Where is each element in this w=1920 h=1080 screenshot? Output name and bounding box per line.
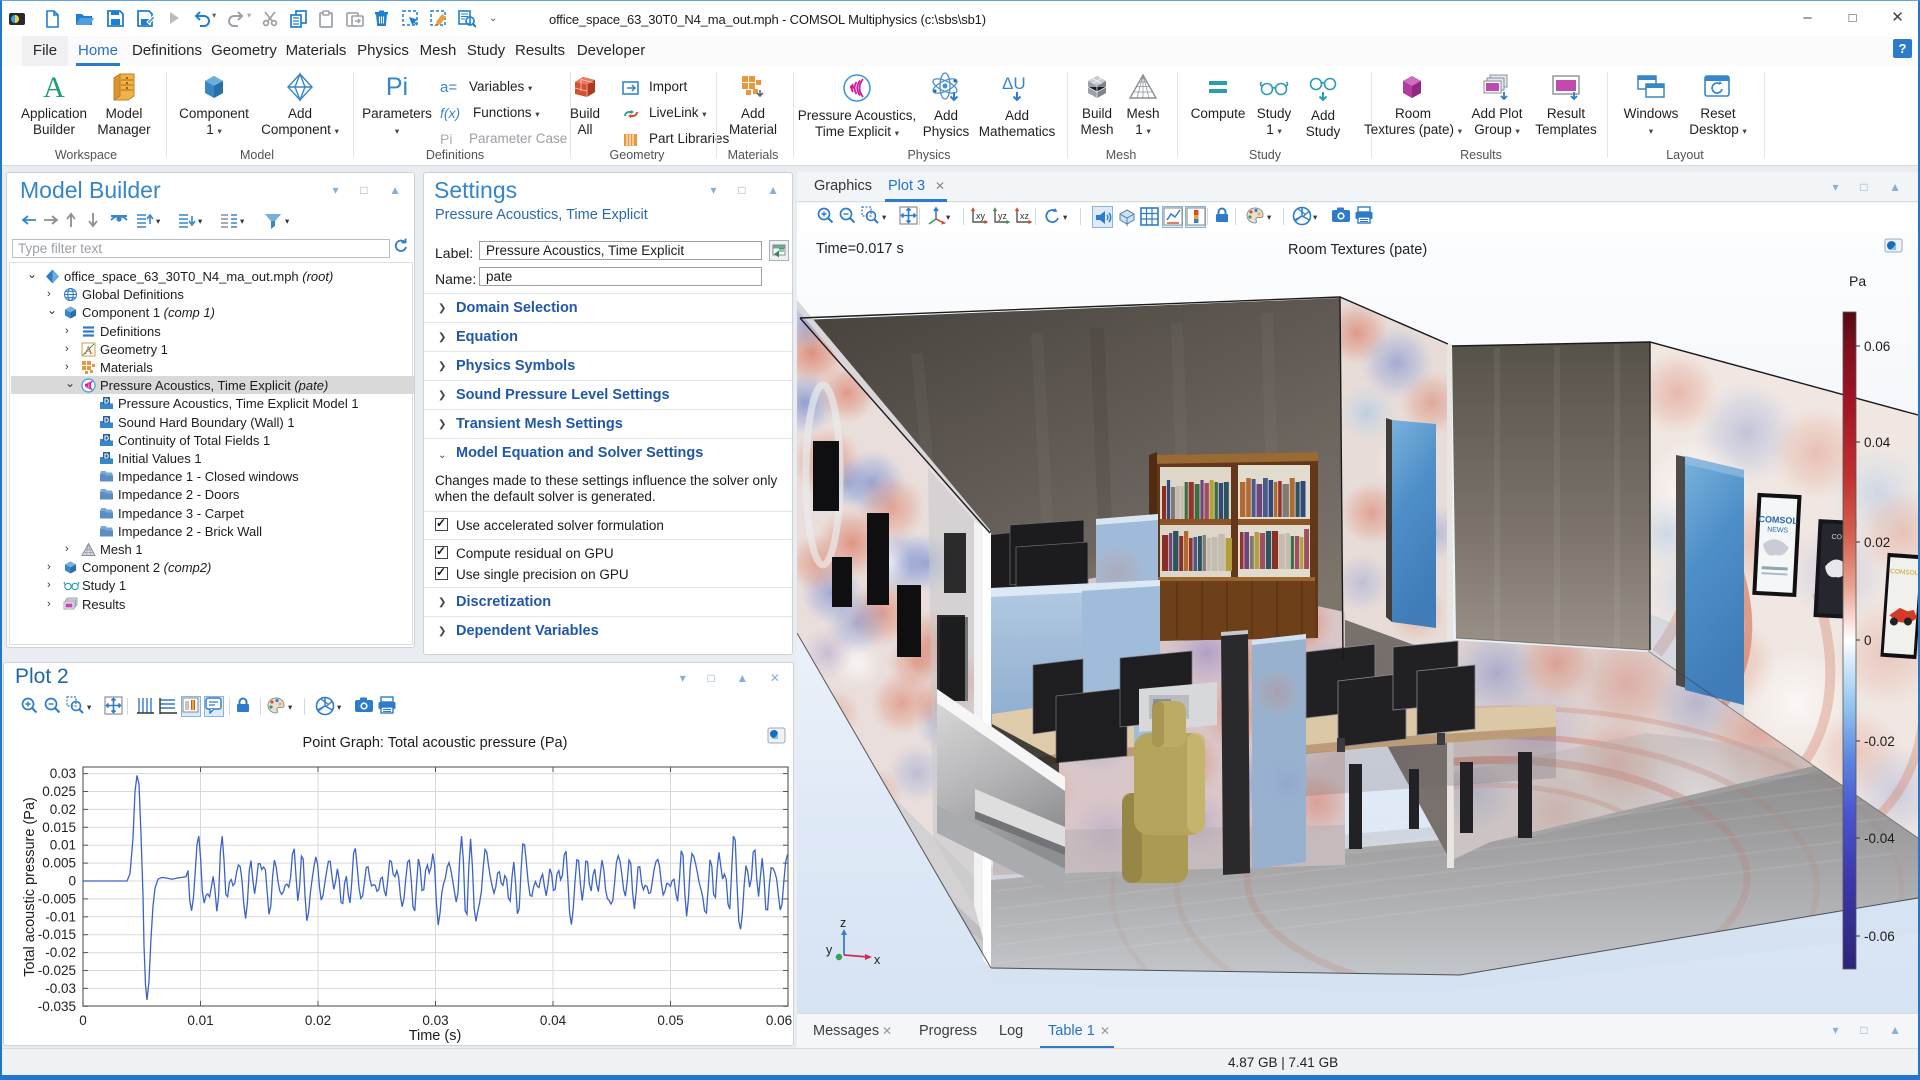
svg-text:0.02: 0.02: [50, 802, 76, 817]
svg-text:0.015: 0.015: [42, 820, 76, 835]
svg-text:x: x: [874, 953, 881, 967]
svg-text:0.04: 0.04: [1864, 435, 1891, 450]
svg-text:0: 0: [79, 1013, 87, 1028]
svg-text:0.06: 0.06: [1864, 339, 1890, 354]
svg-text:Pa: Pa: [1849, 273, 1866, 289]
svg-text:xz: xz: [1020, 211, 1030, 221]
svg-text:-0.005: -0.005: [38, 891, 76, 906]
svg-text:0.005: 0.005: [42, 856, 76, 871]
svg-text:-0.06: -0.06: [1864, 929, 1895, 944]
svg-text:0.06: 0.06: [766, 1013, 792, 1028]
svg-text:0.04: 0.04: [540, 1013, 567, 1028]
svg-text:-0.01: -0.01: [45, 909, 76, 924]
svg-text:-0.02: -0.02: [1864, 734, 1895, 749]
svg-text:COMSOL: COMSOL: [1758, 514, 1798, 526]
svg-text:Pi: Pi: [440, 131, 452, 147]
svg-text:y: y: [826, 943, 833, 957]
svg-text:0: 0: [1864, 633, 1872, 648]
svg-text:ΔU: ΔU: [1002, 74, 1026, 93]
svg-text:z: z: [840, 916, 846, 930]
svg-text:Total acoustic pressure (Pa): Total acoustic pressure (Pa): [22, 797, 38, 977]
svg-text:-0.025: -0.025: [38, 963, 76, 978]
svg-text:CO: CO: [1831, 534, 1842, 542]
svg-text:0.03: 0.03: [422, 1013, 448, 1028]
svg-text:D: D: [104, 399, 109, 406]
svg-text:0: 0: [68, 874, 76, 889]
svg-text:yz: yz: [998, 211, 1008, 221]
svg-text:D: D: [104, 435, 109, 442]
svg-text:-0.04: -0.04: [1864, 831, 1895, 846]
svg-text:NEWS: NEWS: [1767, 526, 1789, 534]
svg-text:0.05: 0.05: [657, 1013, 683, 1028]
svg-text:A: A: [43, 72, 65, 102]
svg-text:0.03: 0.03: [50, 766, 76, 781]
svg-text:0.02: 0.02: [1864, 535, 1890, 550]
svg-text:0.025: 0.025: [42, 784, 76, 799]
svg-text:-0.02: -0.02: [45, 945, 76, 960]
svg-text:D: D: [104, 417, 109, 424]
svg-text:0.02: 0.02: [305, 1013, 331, 1028]
svg-text:f(x): f(x): [440, 105, 460, 121]
svg-text:-0.035: -0.035: [38, 999, 76, 1014]
svg-text:-0.03: -0.03: [45, 981, 76, 996]
svg-text:a=: a=: [440, 79, 457, 96]
svg-text:-0.015: -0.015: [38, 927, 76, 942]
svg-text:0.01: 0.01: [187, 1013, 213, 1028]
svg-text:D: D: [104, 454, 109, 461]
svg-text:Point Graph: Total acoustic pr: Point Graph: Total acoustic pressure (Pa…: [303, 735, 568, 751]
svg-text:0.01: 0.01: [50, 838, 76, 853]
svg-text:Time (s): Time (s): [409, 1028, 462, 1044]
svg-text:Pi: Pi: [386, 73, 408, 101]
svg-text:xy: xy: [976, 211, 986, 221]
